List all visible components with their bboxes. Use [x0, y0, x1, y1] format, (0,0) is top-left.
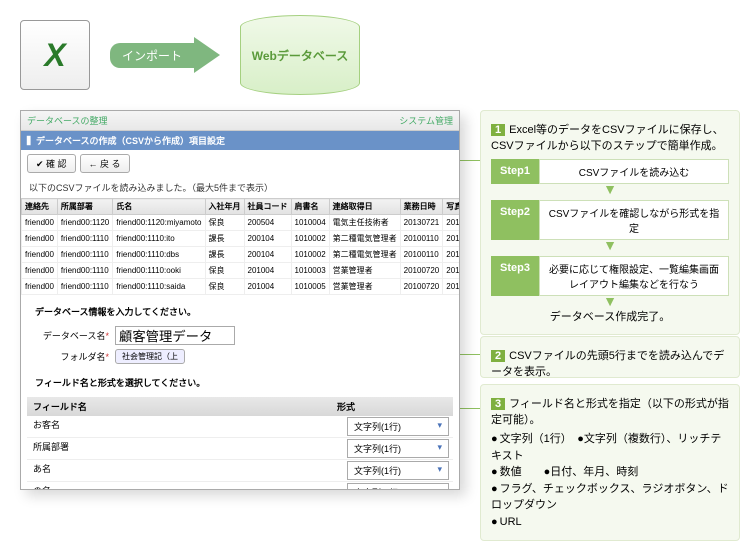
page-title: ▍データベースの作成（CSVから作成）項目設定: [21, 131, 459, 150]
panel3-bullets: 文字列（1行） ●文字列（複数行）、リッチテキスト 数値 ●日付、年月、時刻 フ…: [491, 431, 729, 530]
col-header: 社員コード: [244, 199, 291, 215]
db-name-label: データベース名*: [29, 329, 109, 342]
col-header: 連絡先: [22, 199, 58, 215]
field-row: お客名文字列(1行): [27, 416, 453, 438]
down-arrow-icon: ▼: [491, 240, 729, 250]
import-arrow: インポート: [110, 37, 220, 73]
field-instruction: フィールド名と形式を選択してください。: [27, 372, 453, 393]
top-diagram: X インポート Webデータベース: [20, 10, 420, 100]
field-name: お客名: [27, 416, 343, 437]
toolbar: ✔ 確 認 ← 戻 る: [21, 150, 459, 177]
field-row: 所属部署文字列(1行): [27, 438, 453, 460]
table-row: friend00friend00:1110friend00:1110:ito課長…: [22, 231, 461, 247]
panel2-text: CSVファイルの先頭5行までを読み込んでデータを表示。: [491, 350, 724, 378]
col-header: 肩書名: [291, 199, 329, 215]
bullet: 数値 ●日付、年月、時刻: [491, 464, 729, 481]
bullet: フラグ、チェックボックス、ラジオボタン、ドロップダウン: [491, 481, 729, 514]
system-admin-link[interactable]: システム管理: [399, 114, 453, 127]
explanation-panel-3: 3フィールド名と形式を指定（以下の形式が指定可能）。 文字列（1行） ●文字列（…: [480, 384, 740, 541]
badge-3: 3: [491, 398, 505, 410]
field-header-type: 形式: [337, 400, 447, 413]
app-window: データベースの整理 システム管理 ▍データベースの作成（CSVから作成）項目設定…: [20, 110, 460, 490]
col-header: 入社年月: [205, 199, 244, 215]
step1-label: Step1: [491, 159, 539, 184]
field-type-select[interactable]: 文字列(1行): [347, 483, 449, 490]
col-header: 業務日時: [400, 199, 443, 215]
bullet: 文字列（1行） ●文字列（複数行）、リッチテキスト: [491, 431, 729, 464]
field-name: あ名: [27, 460, 343, 481]
panel1-intro: Excel等のデータをCSVファイルに保存し、CSVファイルから以下のステップで…: [491, 124, 724, 152]
step2-label: Step2: [491, 200, 539, 240]
field-header-name: フィールド名: [33, 400, 337, 413]
table-row: friend00friend00:1110friend00:1110:saida…: [22, 279, 461, 295]
col-header: 連絡取得日: [329, 199, 400, 215]
arrow-head-icon: [194, 37, 220, 73]
db-name-row: データベース名*: [21, 324, 459, 347]
field-name: の名: [27, 482, 343, 490]
badge-1: 1: [491, 124, 505, 136]
folder-label: フォルダ名*: [29, 350, 109, 363]
csv-instruction: 以下のCSVファイルを読み込みました。（最大5件まで表示）: [21, 177, 459, 198]
back-button[interactable]: ← 戻 る: [80, 154, 130, 173]
table-row: friend00friend00:1110friend00:1110:ooki保…: [22, 263, 461, 279]
down-arrow-icon: ▼: [491, 184, 729, 194]
field-name: 所属部署: [27, 438, 343, 459]
step1-body: CSVファイルを読み込む: [539, 159, 729, 184]
field-type-select[interactable]: 文字列(1行): [347, 439, 449, 458]
import-label: インポート: [110, 43, 194, 68]
field-type-select[interactable]: 文字列(1行): [347, 417, 449, 436]
step3-body: 必要に応じて権限設定、一覧編集画面レイアウト編集などを行なう: [539, 256, 729, 296]
field-table: フィールド名 形式 お客名文字列(1行)所属部署文字列(1行)あ名文字列(1行)…: [27, 397, 453, 490]
field-type-select[interactable]: 文字列(1行): [347, 461, 449, 480]
csv-preview-table: 連絡先所属部署氏名入社年月社員コード肩書名連絡取得日業務日時写真No登録日時 f…: [21, 198, 460, 295]
excel-icon: X: [20, 20, 90, 90]
table-row: friend00friend00:1110friend00:1110:dbs課長…: [22, 247, 461, 263]
confirm-button[interactable]: ✔ 確 認: [27, 154, 76, 173]
panel1-done: データベース作成完了。: [491, 308, 729, 324]
field-row: の名文字列(1行): [27, 482, 453, 490]
table-row: friend00friend00:1120friend00:1120:miyam…: [22, 215, 461, 231]
down-arrow-icon: ▼: [491, 296, 729, 306]
explanation-panel-2: 2CSVファイルの先頭5行までを読み込んでデータを表示。: [480, 336, 740, 378]
col-header: 写真: [443, 199, 460, 215]
step3-label: Step3: [491, 256, 539, 296]
folder-select[interactable]: 社会管理記（上: [115, 349, 185, 364]
bullet: URL: [491, 514, 729, 531]
panel3-text: フィールド名と形式を指定（以下の形式が指定可能）。: [491, 398, 729, 426]
web-database-cylinder-icon: Webデータベース: [240, 15, 360, 95]
breadcrumb-current[interactable]: データベースの整理: [27, 114, 108, 127]
db-info-instruction: データベース情報を入力してください。: [27, 301, 453, 322]
breadcrumb: データベースの整理 システム管理: [21, 111, 459, 131]
folder-row: フォルダ名* 社会管理記（上: [21, 347, 459, 366]
col-header: 氏名: [113, 199, 205, 215]
step2-body: CSVファイルを確認しながら形式を指定: [539, 200, 729, 240]
col-header: 所属部署: [57, 199, 112, 215]
db-name-input[interactable]: [115, 326, 235, 345]
badge-2: 2: [491, 350, 505, 362]
field-row: あ名文字列(1行): [27, 460, 453, 482]
explanation-panel-1: 1Excel等のデータをCSVファイルに保存し、CSVファイルから以下のステップ…: [480, 110, 740, 335]
